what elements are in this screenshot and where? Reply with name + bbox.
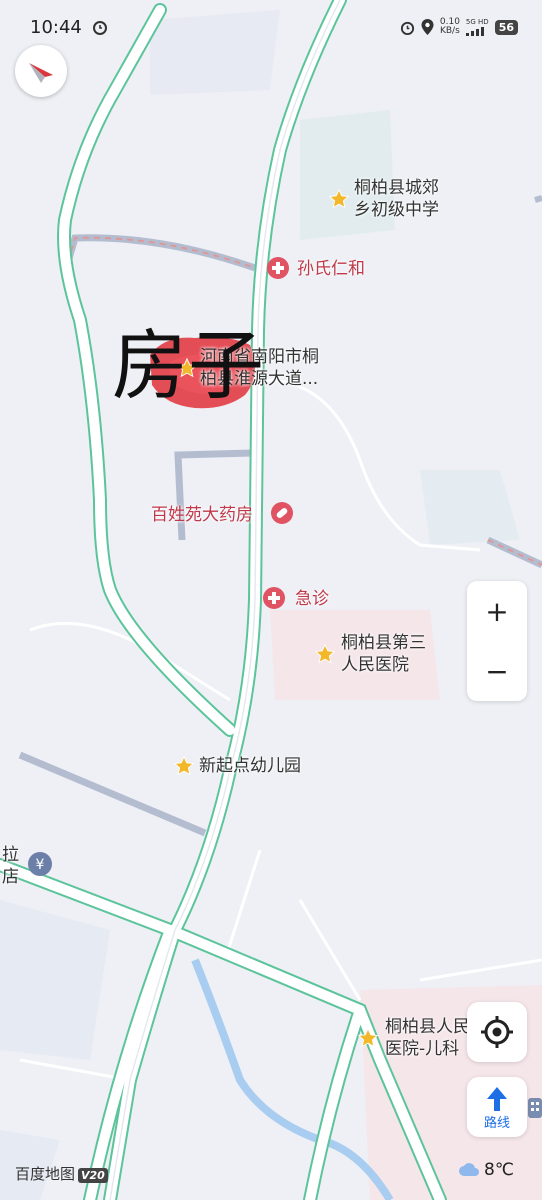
cloud-icon	[459, 1163, 479, 1176]
weather-widget[interactable]: 8℃	[458, 1160, 514, 1180]
star-icon[interactable]	[357, 1027, 379, 1049]
zoom-controls: + −	[467, 581, 527, 701]
poi-label-pharmacy[interactable]: 百姓苑大药房	[151, 504, 253, 526]
status-time: 10:44	[30, 17, 108, 38]
alarm-icon	[400, 21, 414, 35]
zoom-out-button[interactable]: −	[467, 641, 527, 701]
star-icon[interactable]	[173, 755, 195, 777]
building-icon	[528, 1098, 542, 1118]
star-icon[interactable]	[314, 643, 336, 665]
star-icon[interactable]	[328, 188, 350, 210]
route-label: 路线	[483, 1116, 510, 1131]
status-icons: 0.10 KB/s 5G HD 56	[400, 18, 518, 36]
poi-label-sunshi[interactable]: 孙氏仁和	[297, 258, 365, 280]
signal-indicator: 5G HD	[465, 18, 489, 36]
poi-label-atm[interactable]: 拉 店	[2, 844, 19, 888]
baidu-map-logo: 百度地图 V20	[15, 1163, 108, 1184]
pharmacy-pin-icon[interactable]	[268, 500, 296, 530]
alarm-icon	[92, 21, 107, 35]
poi-label-hospital3[interactable]: 桐柏县第三 人民医院	[341, 632, 426, 676]
annotation-text: 房子	[112, 321, 264, 410]
poi-label-pediatrics[interactable]: 桐柏县人民 医院-儿科	[385, 1016, 470, 1060]
location-icon	[421, 19, 434, 35]
atm-icon[interactable]: ¥	[27, 851, 53, 877]
signal-icon	[465, 27, 484, 36]
battery-icon: 56	[494, 19, 518, 35]
svg-text:¥: ¥	[36, 857, 45, 873]
poi-label-kindergarten[interactable]: 新起点幼儿园	[199, 755, 301, 777]
emergency-pin-icon[interactable]	[260, 585, 288, 615]
poi-label-school[interactable]: 桐柏县城郊 乡初级中学	[354, 177, 439, 221]
zoom-in-button[interactable]: +	[467, 581, 527, 641]
temperature: 8℃	[484, 1160, 514, 1180]
crosshair-icon	[481, 1016, 513, 1048]
locate-button[interactable]	[467, 1002, 527, 1062]
net-speed: 0.10 KB/s	[439, 17, 460, 36]
route-button[interactable]: 路线	[467, 1077, 527, 1137]
medical-pin-icon[interactable]	[264, 255, 292, 285]
compass-button[interactable]	[15, 45, 67, 97]
poi-label-emergency[interactable]: 急诊	[295, 588, 329, 610]
compass-icon	[29, 63, 53, 83]
status-bar: 10:44 0.10 KB/s 5G HD 56	[0, 0, 542, 60]
